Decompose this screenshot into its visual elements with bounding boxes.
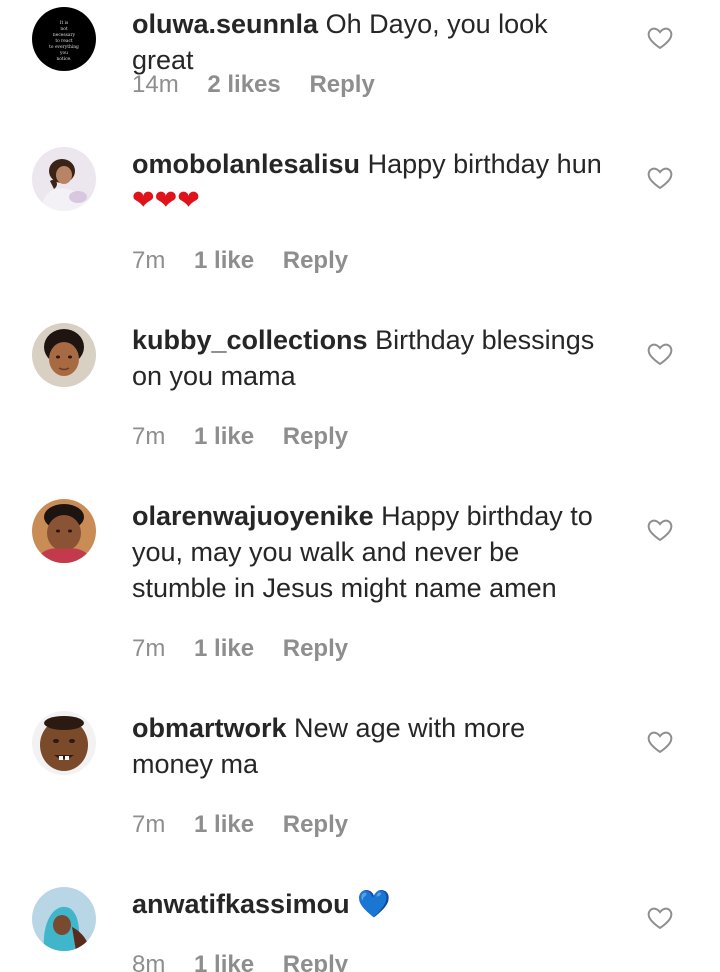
- svg-text:not: not: [60, 27, 67, 32]
- heart-outline-icon[interactable]: [646, 904, 674, 932]
- avatar-image: [32, 323, 96, 387]
- comment-body: kubby_collections Birthday blessings on …: [132, 322, 612, 394]
- likes-count[interactable]: 2 likes: [207, 71, 280, 98]
- avatar-image: [32, 147, 96, 211]
- svg-text:necessary: necessary: [53, 33, 76, 38]
- svg-text:to react: to react: [55, 39, 73, 44]
- avatar[interactable]: It is not necessary to react to everythi…: [32, 7, 96, 71]
- comment-meta: 7m 1 like Reply: [132, 246, 370, 276]
- avatar-image: It is not necessary to react to everythi…: [32, 7, 96, 71]
- heart-outline-icon[interactable]: [646, 340, 674, 368]
- avatar[interactable]: [32, 711, 96, 775]
- likes-count[interactable]: 1 like: [194, 951, 254, 972]
- avatar-image: [32, 499, 96, 563]
- comment-meta: 14m 2 likes Reply: [132, 70, 397, 100]
- avatar[interactable]: [32, 887, 96, 951]
- svg-text:you: you: [59, 51, 68, 56]
- comment-time: 7m: [132, 423, 166, 450]
- comment-time: 7m: [132, 635, 166, 662]
- comment-body: anwatifkassimou 💙: [132, 886, 612, 923]
- username-link[interactable]: oluwa.seunnla: [132, 9, 318, 39]
- comment-body: obmartwork New age with more money ma: [132, 710, 612, 782]
- likes-count[interactable]: 1 like: [194, 247, 254, 274]
- heart-outline-icon[interactable]: [646, 516, 674, 544]
- blue-heart-emoji: 💙: [357, 889, 391, 920]
- comment-meta: 7m 1 like Reply: [132, 810, 370, 840]
- heart-outline-icon[interactable]: [646, 164, 674, 192]
- avatar[interactable]: [32, 499, 96, 563]
- likes-count[interactable]: 1 like: [194, 811, 254, 838]
- comment-body: oluwa.seunnla Oh Dayo, you look great: [132, 6, 612, 78]
- reply-button[interactable]: Reply: [283, 635, 348, 662]
- reply-button[interactable]: Reply: [283, 247, 348, 274]
- comment-body: omobolanlesalisu Happy birthday hun ❤❤❤: [132, 146, 612, 219]
- comments-list: It is not necessary to react to everythi…: [0, 0, 720, 972]
- likes-count[interactable]: 1 like: [194, 635, 254, 662]
- svg-text:It is: It is: [60, 21, 69, 26]
- username-link[interactable]: kubby_collections: [132, 325, 368, 355]
- avatar[interactable]: [32, 147, 96, 211]
- comment-meta: 7m 1 like Reply: [132, 634, 370, 664]
- username-link[interactable]: olarenwajuoyenike: [132, 501, 374, 531]
- reply-button[interactable]: Reply: [283, 951, 348, 972]
- reply-button[interactable]: Reply: [309, 71, 374, 98]
- comment-meta: 7m 1 like Reply: [132, 422, 370, 452]
- comment-time: 8m: [132, 951, 166, 972]
- avatar-image: [32, 887, 96, 951]
- heart-outline-icon[interactable]: [646, 24, 674, 52]
- avatar[interactable]: [32, 323, 96, 387]
- comment-body: olarenwajuoyenike Happy birthday to you,…: [132, 498, 612, 606]
- comment-time: 7m: [132, 247, 166, 274]
- comment-meta: 8m 1 like Reply: [132, 950, 370, 972]
- svg-text:to everything: to everything: [49, 45, 79, 50]
- username-link[interactable]: omobolanlesalisu: [132, 149, 360, 179]
- username-link[interactable]: obmartwork: [132, 713, 287, 743]
- red-heart-emoji: ❤❤❤: [132, 185, 200, 216]
- comment-text: Happy birthday hun: [367, 149, 602, 179]
- avatar-image: [32, 711, 96, 775]
- comment-time: 7m: [132, 811, 166, 838]
- svg-text:notice.: notice.: [56, 57, 71, 62]
- comment-time: 14m: [132, 71, 179, 98]
- reply-button[interactable]: Reply: [283, 423, 348, 450]
- likes-count[interactable]: 1 like: [194, 423, 254, 450]
- heart-outline-icon[interactable]: [646, 728, 674, 756]
- username-link[interactable]: anwatifkassimou: [132, 889, 350, 919]
- reply-button[interactable]: Reply: [283, 811, 348, 838]
